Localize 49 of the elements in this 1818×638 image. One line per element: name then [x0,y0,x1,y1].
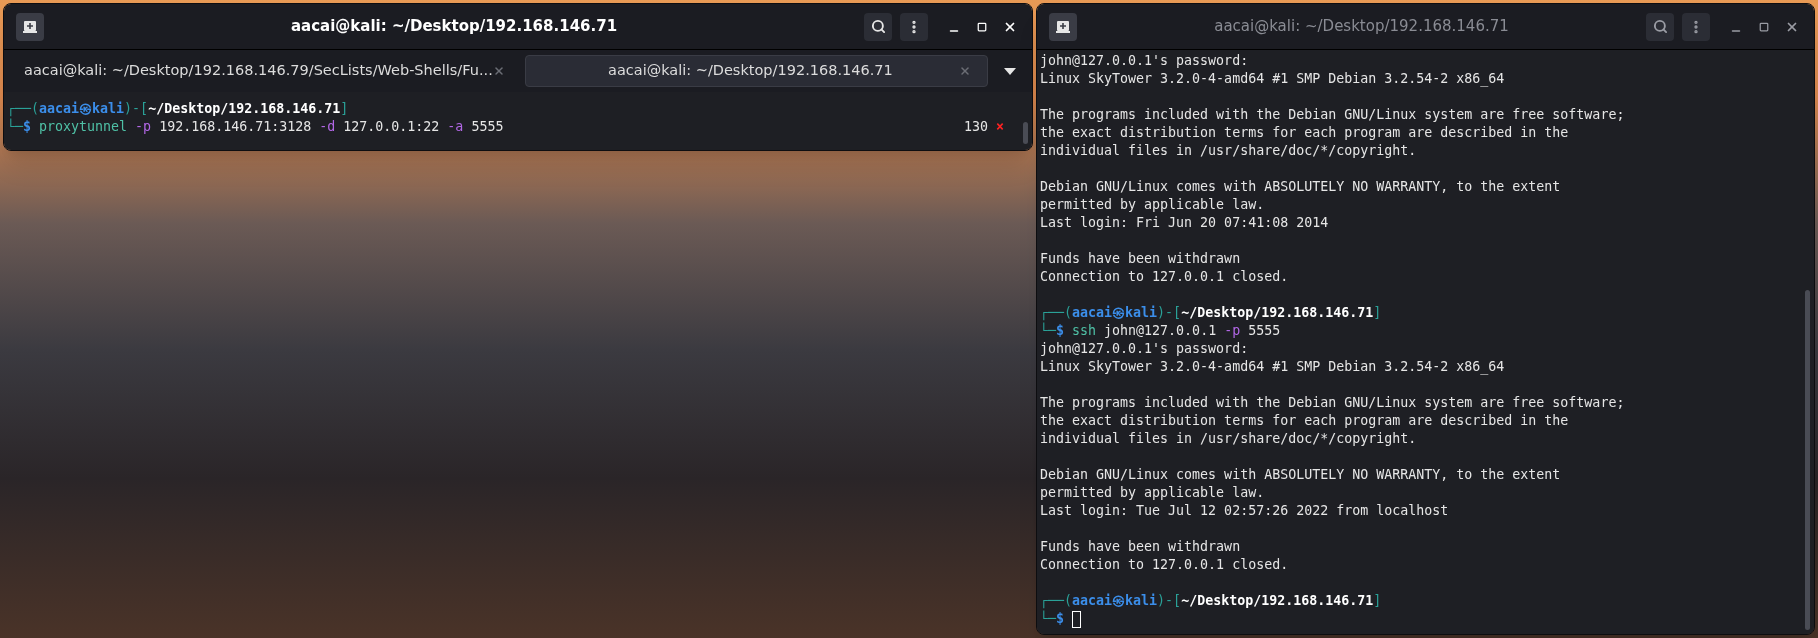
tab-label: aacai@kali: ~/Desktop/192.168.146.79/SecLists/Web-Shells/Fu... [24,61,493,81]
terminal-tab[interactable]: aacai@kali: ~/Desktop/192.168.146.71 [524,55,988,87]
tab-label: aacai@kali: ~/Desktop/192.168.146.71 [607,61,894,81]
output-line: individual files in /usr/share/doc/*/copyright. [1040,142,1418,160]
window-title: aacai@kali: ~/Desktop/192.168.146.71 [289,16,619,38]
new-tab-icon[interactable] [16,12,44,41]
output-line: Funds have been withdrawn [1040,250,1242,268]
output-line: Last login: Fri Jun 20 07:41:08 2014 [1040,214,1330,232]
output-line: the exact distribution terms for each program are described in the [1040,124,1570,142]
output-line: the exact distribution terms for each program are described in the [1040,412,1570,430]
window-title: aacai@kali: ~/Desktop/192.168.146.71 [1213,16,1510,38]
dropdown-caret-icon[interactable] [1004,67,1016,75]
output-line: Debian GNU/Linux comes with ABSOLUTELY NO WARRANTY, to the extent [1040,466,1562,484]
output-line: permitted by applicable law. [1040,484,1266,502]
output-line: Linux SkyTower 3.2.0-4-amd64 #1 SMP Debian 3.2.54-2 x86_64 [1040,358,1506,376]
new-tab-icon[interactable] [1049,12,1077,41]
prompt-line: └─$ ssh john@127.0.0.1 -p 5555 [1040,322,1281,340]
exit-code: 130 [963,118,988,136]
maximize-icon [1759,21,1769,32]
scrollbar-thumb[interactable] [1023,122,1028,144]
output-line: permitted by applicable law. [1040,196,1266,214]
output-line: Last login: Tue Jul 12 02:57:26 2022 from localhost [1040,502,1450,520]
search-button[interactable] [864,12,892,41]
menu-button[interactable] [900,12,928,41]
tab-close-icon[interactable] [959,65,971,77]
output-line: Connection to 127.0.0.1 closed. [1040,556,1290,574]
maximize-icon [977,21,987,32]
output-line: john@127.0.0.1's password: [1040,340,1250,358]
search-icon [1652,19,1668,34]
prompt-line: ┌──(aacai㉿kali)-[~/Desktop/192.168.146.71] [7,100,349,118]
prompt-line: └─$ [1040,610,1066,628]
search-button[interactable] [1646,12,1674,41]
output-line: Connection to 127.0.0.1 closed. [1040,268,1290,286]
output-line: Funds have been withdrawn [1040,538,1242,556]
prompt-line: ┌──(aacai㉿kali)-[~/Desktop/192.168.146.71] [1040,592,1382,610]
prompt-line: └─$ proxytunnel -p 192.168.146.71:3128 -d 127.0.0.1:22 -a 5555 [7,118,504,136]
output-line: john@127.0.0.1's password: [1040,52,1250,70]
output-line: individual files in /usr/share/doc/*/copyright. [1040,430,1418,448]
output-line: Debian GNU/Linux comes with ABSOLUTELY NO WARRANTY, to the extent [1040,178,1562,196]
error-mark: × [996,118,1004,136]
terminal-tab[interactable]: aacai@kali: ~/Desktop/192.168.146.79/SecLists/Web-Shells/Fu... [8,55,521,87]
output-line: The programs included with the Debian GNU/Linux system are free software; [1040,106,1626,124]
output-line: The programs included with the Debian GNU/Linux system are free software; [1040,394,1626,412]
scrollbar-thumb[interactable] [1805,290,1810,630]
prompt-line: ┌──(aacai㉿kali)-[~/Desktop/192.168.146.71] [1040,304,1382,322]
search-icon [870,19,886,34]
menu-button[interactable] [1682,12,1710,41]
tab-close-icon[interactable] [492,65,505,77]
output-line: Linux SkyTower 3.2.0-4-amd64 #1 SMP Debian 3.2.54-2 x86_64 [1040,70,1506,88]
